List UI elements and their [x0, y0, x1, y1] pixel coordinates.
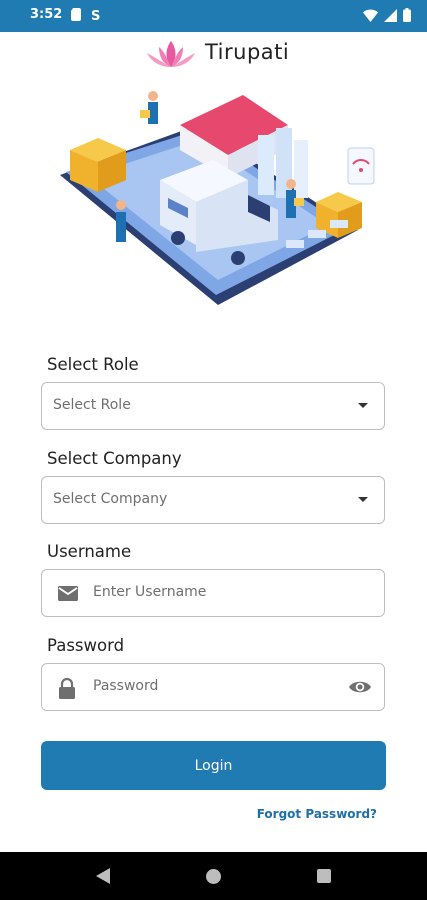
lock-icon	[59, 677, 75, 699]
chevron-down-icon	[358, 403, 368, 408]
logistics-illustration	[60, 91, 375, 305]
password-label: Password	[47, 636, 125, 655]
recents-icon[interactable]	[317, 869, 331, 883]
lotus-icon	[147, 41, 195, 67]
back-icon[interactable]	[96, 868, 110, 884]
sim-icon: S	[91, 9, 100, 21]
password-field[interactable]: Password	[41, 663, 385, 711]
select-company-label: Select Company	[47, 449, 182, 468]
username-label: Username	[47, 542, 132, 561]
app-brand: Tirupati	[0, 36, 427, 72]
card-icon	[71, 8, 81, 21]
battery-icon	[403, 8, 411, 22]
signal-icon	[384, 8, 397, 22]
password-placeholder: Password	[93, 678, 159, 694]
svg-text:S: S	[91, 9, 100, 21]
company-dropdown[interactable]: Select Company	[41, 476, 385, 524]
forgot-password-link[interactable]: Forgot Password?	[257, 807, 377, 821]
brand-name: Tirupati	[205, 40, 290, 64]
home-icon[interactable]	[206, 869, 221, 884]
status-bar: 3:52 S	[0, 0, 427, 32]
mail-icon	[58, 586, 78, 601]
company-placeholder: Select Company	[53, 491, 168, 507]
navigation-bar	[0, 852, 427, 900]
role-dropdown[interactable]: Select Role	[41, 382, 385, 430]
status-time: 3:52	[30, 7, 63, 22]
username-placeholder: Enter Username	[93, 584, 207, 600]
username-field[interactable]: Enter Username	[41, 569, 385, 617]
role-placeholder: Select Role	[53, 397, 131, 413]
wifi-icon	[363, 9, 378, 22]
eye-icon[interactable]	[348, 678, 372, 696]
select-role-label: Select Role	[47, 355, 139, 374]
login-button[interactable]: Login	[41, 741, 386, 790]
chevron-down-icon	[358, 497, 368, 502]
